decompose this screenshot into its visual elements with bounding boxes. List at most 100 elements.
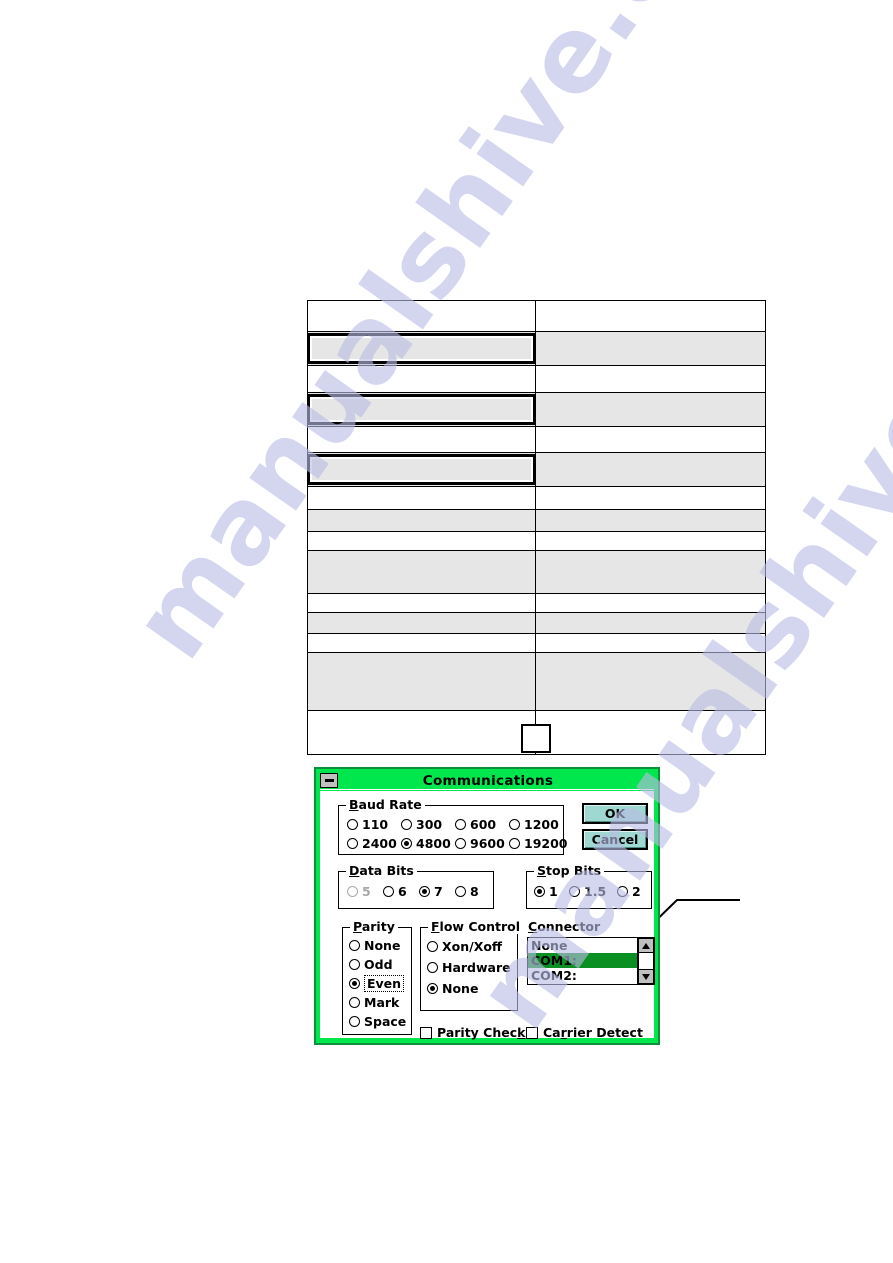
radio-dot [349, 997, 360, 1008]
table-row [307, 531, 766, 551]
radio-dot [455, 819, 466, 830]
list-item-com2[interactable]: COM2: [528, 968, 654, 983]
radio-dot [509, 819, 520, 830]
radio-flow-none[interactable]: None [427, 981, 478, 996]
radio-flow-hardware[interactable]: Hardware [427, 960, 511, 975]
table-row [307, 365, 766, 393]
table-row [307, 300, 766, 332]
radio-stopbits-1[interactable]: 1 [534, 884, 558, 899]
parity-legend: Parity [350, 919, 398, 934]
radio-baud-1200[interactable]: 1200 [509, 817, 559, 832]
scrollbar-track[interactable] [638, 953, 654, 969]
table-cell [307, 365, 536, 393]
radio-dot [617, 886, 628, 897]
radio-parity-odd[interactable]: Odd [349, 957, 393, 972]
table-row [307, 593, 766, 613]
table-cell [307, 509, 536, 532]
table-row [307, 509, 766, 532]
table-cell-framed [307, 452, 536, 487]
ok-button-label: OK [604, 806, 626, 821]
table-row [307, 452, 766, 487]
radio-dot [427, 962, 438, 973]
radio-dot [455, 886, 466, 897]
radio-baud-9600[interactable]: 9600 [455, 836, 505, 851]
dialog-title-bar: Communications [320, 772, 654, 790]
table-cell [534, 365, 766, 393]
radio-parity-even[interactable]: Even [349, 975, 405, 992]
baud-rate-legend: Baud Rate [346, 797, 425, 812]
radio-baud-4800[interactable]: 4800 [401, 836, 451, 851]
minimize-icon[interactable] [320, 773, 338, 788]
parity-group: Parity None Odd Even Mark Space [342, 919, 412, 1035]
stop-bits-legend: Stop Bits [534, 863, 605, 878]
checkbox-box [420, 1026, 432, 1039]
data-bits-legend: Data Bits [346, 863, 417, 878]
cell-frame [307, 333, 536, 364]
table-row [307, 652, 766, 711]
table-cell [534, 392, 766, 427]
table-cell [307, 486, 536, 510]
table-cell [534, 710, 766, 755]
radio-stopbits-2[interactable]: 2 [617, 884, 641, 899]
list-item-com1[interactable]: COM1: [528, 953, 654, 968]
table-cell [534, 531, 766, 551]
radio-parity-mark[interactable]: Mark [349, 995, 399, 1010]
table-cell [534, 509, 766, 532]
table-row [307, 331, 766, 366]
table-cell [307, 652, 536, 711]
parity-check-checkbox[interactable]: Parity Check [420, 1025, 525, 1040]
radio-databits-5[interactable]: 5 [347, 884, 371, 899]
cancel-button[interactable]: Cancel [582, 829, 648, 850]
radio-flow-xonxoff[interactable]: Xon/Xoff [427, 939, 502, 954]
radio-dot [347, 886, 358, 897]
carrier-detect-checkbox[interactable]: Carrier Detect [526, 1025, 643, 1040]
radio-parity-none[interactable]: None [349, 938, 400, 953]
connector-scrollbar[interactable] [637, 938, 654, 984]
ok-button[interactable]: OK [582, 803, 648, 824]
radio-dot [427, 983, 438, 994]
table-cell [307, 633, 536, 653]
table-cell [307, 300, 536, 332]
table-cell [534, 612, 766, 634]
table-row [307, 426, 766, 453]
baud-rate-group: Baud Rate 110 300 600 1200 2400 4800 960… [338, 797, 568, 855]
radio-databits-7[interactable]: 7 [419, 884, 443, 899]
arrow-up-icon[interactable] [638, 938, 654, 953]
connector-label: Connector [528, 919, 601, 934]
flow-control-group: Flow Control Xon/Xoff Hardware None [420, 919, 523, 1011]
table-cell [307, 531, 536, 551]
flow-control-legend: Flow Control [428, 919, 523, 934]
table-row [307, 633, 766, 653]
table-footer-square [521, 724, 551, 753]
table-cell [534, 331, 766, 366]
data-bits-group: Data Bits 5 6 7 8 [338, 863, 494, 909]
radio-dot [534, 886, 545, 897]
radio-parity-space[interactable]: Space [349, 1014, 406, 1029]
table-cell [307, 550, 536, 594]
radio-baud-110[interactable]: 110 [347, 817, 388, 832]
table-row [307, 392, 766, 427]
radio-baud-19200[interactable]: 19200 [509, 836, 568, 851]
radio-stopbits-1-5[interactable]: 1.5 [569, 884, 606, 899]
radio-baud-300[interactable]: 300 [401, 817, 442, 832]
cancel-button-label: Cancel [591, 832, 639, 847]
parity-check-label: Parity Check [437, 1025, 526, 1040]
table-cell [307, 426, 536, 453]
radio-dot [349, 959, 360, 970]
table-row [307, 486, 766, 510]
radio-baud-600[interactable]: 600 [455, 817, 496, 832]
connector-listbox[interactable]: None COM1: COM2: [527, 937, 655, 985]
radio-databits-8[interactable]: 8 [455, 884, 479, 899]
table-cell [534, 593, 766, 613]
communications-dialog: Communications Baud Rate 110 300 600 120… [314, 767, 660, 1045]
list-item-none[interactable]: None [528, 938, 654, 953]
radio-dot [401, 838, 412, 849]
table-cell [534, 550, 766, 594]
table-cell [307, 593, 536, 613]
table-cell [534, 652, 766, 711]
radio-baud-2400[interactable]: 2400 [347, 836, 397, 851]
arrow-down-icon[interactable] [638, 969, 654, 984]
radio-databits-6[interactable]: 6 [383, 884, 407, 899]
radio-dot [383, 886, 394, 897]
radio-dot [455, 838, 466, 849]
